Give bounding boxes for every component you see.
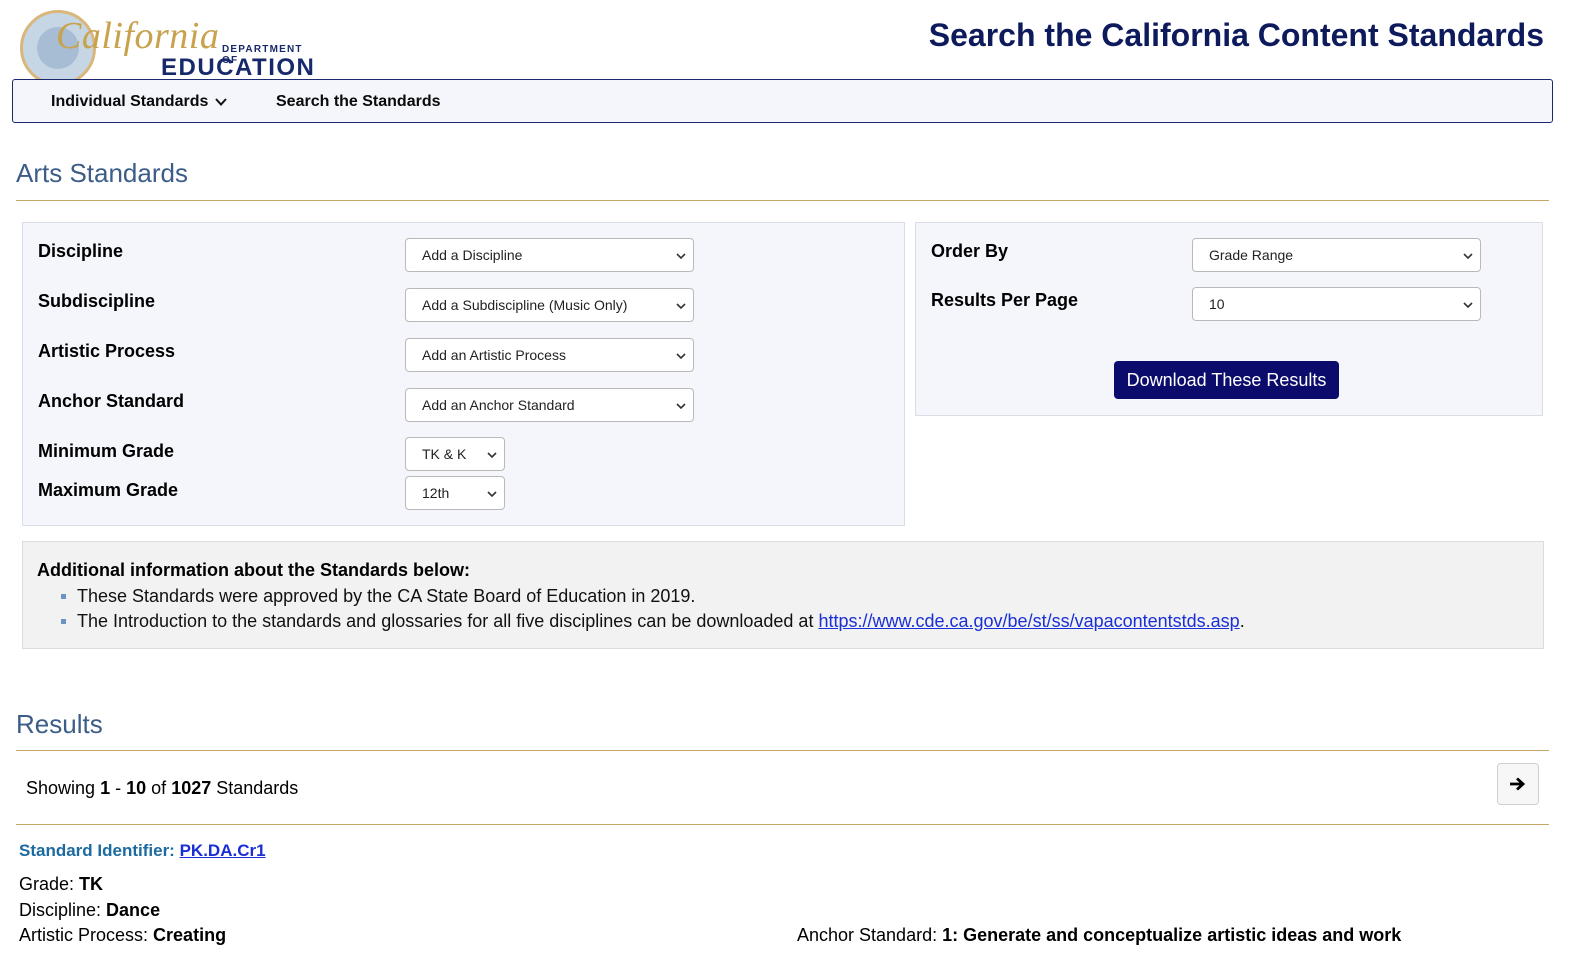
additional-info-box: Additional information about the Standar… [22, 541, 1544, 649]
logo-edu-text: EDUCATION [161, 54, 316, 81]
discipline-select-value: Add a Discipline [422, 247, 523, 263]
artistic-process-label: Artistic Process [38, 341, 176, 361]
artistic-process-select-value: Add an Artistic Process [422, 347, 566, 363]
site-header: California DEPARTMENT OF EDUCATION Searc… [0, 0, 1576, 86]
discipline-label: Discipline [38, 241, 124, 261]
discipline-meta-value: Dance [106, 900, 161, 920]
info-item-introduction: The Introduction to the standards and gl… [77, 611, 1245, 632]
chevron-down-icon [1463, 253, 1473, 260]
standard-identifier: Standard Identifier: PK.DA.Cr1 [19, 841, 266, 861]
arrow-right-icon [1510, 777, 1526, 791]
artistic-process-select[interactable]: Add an Artistic Process [405, 338, 694, 372]
results-per-page-select-value: 10 [1209, 296, 1225, 312]
results-total: 1027 [171, 778, 212, 798]
chevron-down-icon [487, 452, 497, 459]
next-page-button[interactable] [1497, 763, 1539, 805]
discipline-select[interactable]: Add a Discipline [405, 238, 694, 272]
vapa-standards-link[interactable]: https://www.cde.ca.gov/be/st/ss/vapacont… [818, 611, 1239, 631]
download-results-button[interactable]: Download These Results [1114, 361, 1339, 399]
standard-anchor: Anchor Standard: 1: Generate and concept… [797, 925, 1401, 946]
results-title: Results [16, 709, 103, 739]
standard-identifier-label: Standard Identifier: [19, 841, 175, 860]
subdiscipline-select-value: Add a Subdiscipline (Music Only) [422, 297, 628, 313]
results-dash: - [115, 778, 122, 798]
section-divider [16, 200, 1549, 201]
nav-search-standards-label: Search the Standards [276, 93, 441, 110]
bullet-icon [61, 594, 66, 599]
results-per-page-select[interactable]: 10 [1192, 287, 1481, 321]
results-to: 10 [126, 778, 147, 798]
chevron-down-icon [215, 98, 228, 106]
results-from: 1 [100, 778, 111, 798]
grade-label: Grade: [19, 874, 75, 894]
subdiscipline-select[interactable]: Add a Subdiscipline (Music Only) [405, 288, 694, 322]
anchor-standard-select[interactable]: Add an Anchor Standard [405, 388, 694, 422]
subdiscipline-label: Subdiscipline [38, 291, 156, 311]
maximum-grade-select-value: 12th [422, 485, 450, 501]
cde-logo[interactable]: California DEPARTMENT OF EDUCATION [18, 8, 318, 86]
chevron-down-icon [676, 353, 686, 360]
results-unit: Standards [216, 778, 299, 798]
chevron-down-icon [1463, 302, 1473, 309]
showing-word: Showing [26, 778, 96, 798]
order-by-label: Order By [931, 241, 1009, 261]
order-by-select[interactable]: Grade Range [1192, 238, 1481, 272]
maximum-grade-label: Maximum Grade [38, 480, 179, 500]
anchor-standard-label: Anchor Standard [38, 391, 185, 411]
section-divider [16, 750, 1549, 751]
results-divider [16, 824, 1549, 825]
results-per-page-label: Results Per Page [931, 290, 1079, 310]
standard-discipline: Discipline: Dance [19, 900, 160, 921]
filter-panel: Discipline Add a Discipline Subdisciplin… [22, 222, 905, 526]
chevron-down-icon [676, 303, 686, 310]
order-by-select-value: Grade Range [1209, 247, 1294, 263]
logo-script-text: California [56, 15, 220, 57]
nav-search-standards[interactable]: Search the Standards [276, 93, 441, 111]
info-item-introduction-end: . [1239, 611, 1245, 631]
main-nav: Individual Standards Search the Standard… [12, 79, 1553, 123]
nav-individual-standards[interactable]: Individual Standards [51, 93, 228, 111]
minimum-grade-select[interactable]: TK & K [405, 437, 505, 471]
nav-individual-standards-label: Individual Standards [51, 93, 209, 110]
chevron-down-icon [487, 491, 497, 498]
standard-artistic-process: Artistic Process: Creating [19, 925, 226, 946]
chevron-down-icon [676, 403, 686, 410]
anchor-meta-label: Anchor Standard: [797, 925, 938, 945]
additional-info-title: Additional information about the Standar… [37, 560, 470, 580]
anchor-standard-select-value: Add an Anchor Standard [422, 397, 575, 413]
anchor-meta-value: 1: Generate and conceptualize artistic i… [942, 925, 1402, 945]
arts-standards-title: Arts Standards [16, 158, 188, 188]
info-item-approved: These Standards were approved by the CA … [77, 586, 696, 606]
results-of: of [151, 778, 167, 798]
chevron-down-icon [676, 253, 686, 260]
maximum-grade-select[interactable]: 12th [405, 476, 505, 510]
bullet-icon [61, 619, 66, 624]
minimum-grade-label: Minimum Grade [38, 441, 175, 461]
standard-grade: Grade: TK [19, 874, 103, 895]
grade-value: TK [79, 874, 104, 894]
results-count: Showing 1 - 10 of 1027 Standards [26, 778, 298, 799]
process-meta-label: Artistic Process: [19, 925, 149, 945]
process-meta-value: Creating [153, 925, 227, 945]
site-title: Search the California Content Standards [928, 17, 1544, 53]
info-item-introduction-text: The Introduction to the standards and gl… [77, 611, 819, 631]
standard-identifier-link[interactable]: PK.DA.Cr1 [180, 841, 266, 860]
minimum-grade-select-value: TK & K [422, 446, 467, 462]
discipline-meta-label: Discipline: [19, 900, 102, 920]
